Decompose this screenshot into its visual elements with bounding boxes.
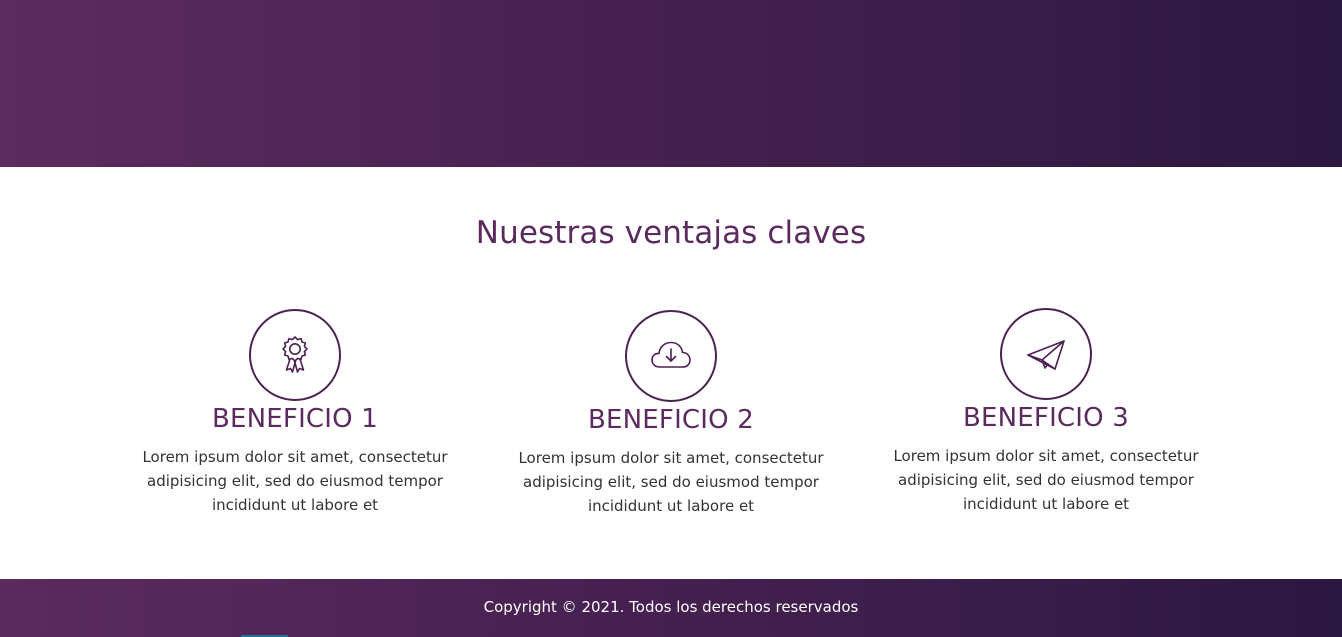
benefit-description: Lorem ipsum dolor sit amet, consectetur …	[142, 448, 448, 514]
benefit-description: Lorem ipsum dolor sit amet, consectetur …	[893, 447, 1199, 513]
cloud-download-icon	[651, 341, 691, 368]
award-ribbon-icon	[282, 336, 308, 373]
section-title: Nuestras ventajas claves	[475, 215, 867, 251]
benefit-icon-circle	[249, 309, 341, 401]
benefit-description: Lorem ipsum dolor sit amet, consectetur …	[518, 449, 824, 515]
benefit-title: BENEFICIO 1	[211, 404, 379, 434]
copyright-text: Copyright © 2021. Todos los derechos res…	[483, 598, 859, 616]
benefit-card-3: BENEFICIO 3 Lorem ipsum dolor sit amet, …	[891, 308, 1201, 516]
benefit-card-2: BENEFICIO 2 Lorem ipsum dolor sit amet, …	[516, 310, 826, 518]
benefit-icon-circle	[1000, 308, 1092, 400]
paper-plane-icon	[1027, 340, 1065, 370]
benefit-card-1: BENEFICIO 1 Lorem ipsum dolor sit amet, …	[140, 309, 450, 517]
footer: Copyright © 2021. Todos los derechos res…	[0, 579, 1342, 637]
benefits-section: Nuestras ventajas claves BENEFICIO 1 Lor…	[0, 167, 1342, 579]
benefit-title: BENEFICIO 3	[962, 403, 1130, 433]
benefit-icon-circle	[625, 310, 717, 402]
hero-banner	[0, 0, 1342, 167]
benefit-title: BENEFICIO 2	[587, 405, 755, 435]
